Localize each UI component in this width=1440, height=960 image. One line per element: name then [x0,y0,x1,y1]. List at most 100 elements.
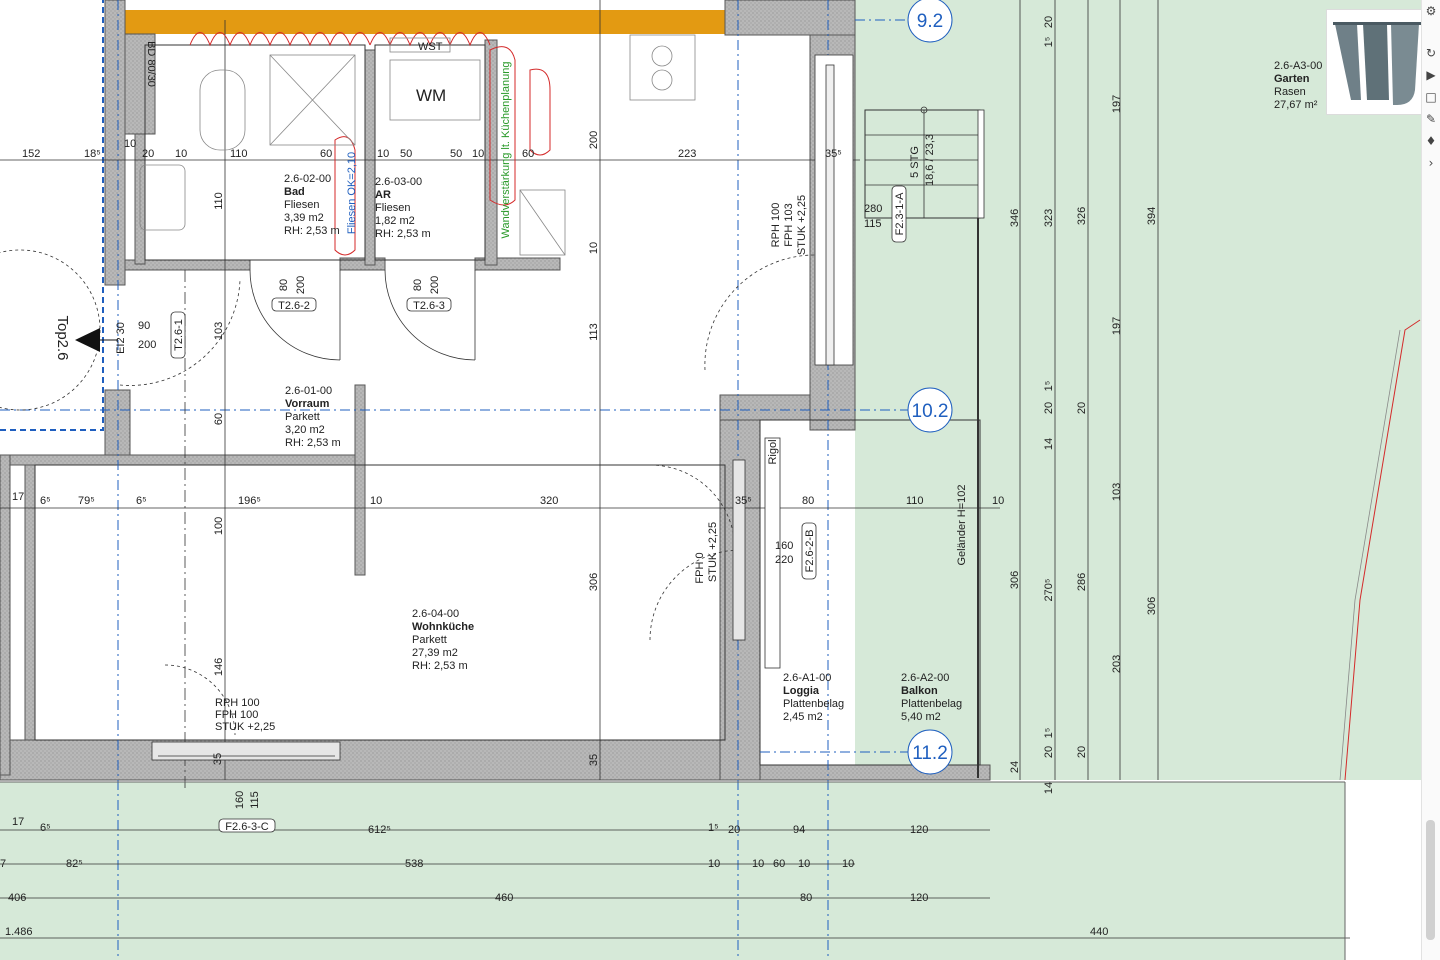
svg-text:115: 115 [864,218,882,230]
svg-text:60: 60 [213,413,225,425]
room-wohnkueche[interactable]: 2.6-04-00 Wohnküche Parkett 27,39 m2 RH:… [412,608,474,672]
svg-text:RH: 2,53 m: RH: 2,53 m [375,228,431,240]
dims-vertical-1: 200 10 113 306 [588,131,600,591]
svg-text:394: 394 [1146,207,1158,225]
svg-text:197: 197 [1111,317,1123,335]
svg-text:20: 20 [1043,746,1055,758]
room-loggia[interactable]: 2.6-A1-00 Loggia Plattenbelag 2,45 m2 [783,672,844,723]
svg-text:110: 110 [906,495,924,507]
svg-text:6⁵: 6⁵ [40,495,51,507]
svg-text:Vorraum: Vorraum [285,398,330,410]
svg-text:1.486: 1.486 [5,926,33,938]
svg-text:10: 10 [752,858,764,870]
svg-text:1⁵: 1⁵ [708,822,719,834]
stair-ratio-label: 18,6 / 23,3 [924,134,936,186]
apartment-entrance[interactable]: Top2.6 [54,315,118,361]
svg-text:FPH 100: FPH 100 [215,709,258,721]
scrollbar[interactable] [1426,820,1435,940]
svg-text:20: 20 [1076,402,1088,414]
svg-text:6⁵: 6⁵ [136,495,147,507]
svg-text:2.6-A3-00: 2.6-A3-00 [1274,60,1322,72]
svg-text:2.6-02-00: 2.6-02-00 [284,173,331,185]
svg-text:115: 115 [249,791,261,809]
svg-text:Parkett: Parkett [412,634,447,646]
svg-text:80: 80 [800,892,812,904]
svg-text:306: 306 [588,573,600,591]
svg-text:T2.6-3: T2.6-3 [413,300,445,312]
svg-text:100: 100 [213,517,225,535]
svg-text:196⁵: 196⁵ [238,495,261,507]
svg-text:286: 286 [1076,573,1088,591]
svg-text:90: 90 [138,320,150,332]
svg-text:20: 20 [142,148,154,160]
svg-text:F2.3-1-A: F2.3-1-A [894,192,906,235]
svg-text:35: 35 [588,754,600,766]
svg-text:80: 80 [802,495,814,507]
bookmark-icon[interactable]: ▶ [1422,64,1440,86]
svg-text:220: 220 [775,554,793,566]
svg-text:306: 306 [1009,571,1021,589]
logo-icon [1326,9,1426,115]
svg-text:10: 10 [370,495,382,507]
svg-text:7: 7 [0,858,6,870]
book-icon[interactable]: □ [1422,86,1440,108]
floor-drain-label: BD 80/30 [145,41,157,87]
svg-text:200: 200 [588,131,600,149]
svg-text:306: 306 [1146,597,1158,615]
svg-text:200: 200 [295,276,307,294]
svg-text:STUK +2,25: STUK +2,25 [796,195,808,255]
svg-text:10: 10 [842,858,854,870]
svg-text:200: 200 [138,339,156,351]
pen-icon[interactable]: ♦ [1422,130,1440,152]
svg-text:2.6-01-00: 2.6-01-00 [285,385,332,397]
svg-text:18⁵: 18⁵ [84,148,101,160]
svg-text:10: 10 [175,148,187,160]
window-note-3: FPH 0 STUK +2,25 [694,522,719,584]
svg-text:2.6-03-00: 2.6-03-00 [375,176,422,188]
svg-text:110: 110 [230,148,248,160]
svg-text:Garten: Garten [1274,73,1310,85]
tile-height-label: Fliesen OK=2,10 [346,152,358,234]
svg-text:RPH 100: RPH 100 [215,697,260,709]
svg-text:F2.6-3-C: F2.6-3-C [225,821,268,833]
svg-text:223: 223 [678,148,696,160]
axis-label-11-2: 11.2 [912,743,948,764]
svg-text:T2.6-2: T2.6-2 [278,300,310,312]
svg-text:2.6-A2-00: 2.6-A2-00 [901,672,949,684]
svg-text:203: 203 [1111,655,1123,673]
svg-text:152: 152 [22,148,40,160]
room-vorraum[interactable]: 2.6-01-00 Vorraum Parkett 3,20 m2 RH: 2,… [285,385,341,449]
room-bad[interactable]: 2.6-02-00 Bad Fliesen 3,39 m2 RH: 2,53 m [284,173,340,237]
svg-text:3,20 m2: 3,20 m2 [285,424,325,436]
svg-text:35: 35 [212,753,224,765]
reload-icon[interactable]: ↻ [1422,42,1440,64]
gear-icon[interactable]: ⚙ [1422,0,1440,22]
svg-text:27,39 m2: 27,39 m2 [412,647,458,659]
svg-text:1⁵: 1⁵ [1043,728,1055,739]
svg-text:1⁵: 1⁵ [1043,381,1055,392]
svg-text:35⁵: 35⁵ [825,148,842,160]
chevron-icon[interactable]: › [1422,152,1440,174]
svg-text:200: 200 [429,276,441,294]
svg-text:5,40 m2: 5,40 m2 [901,711,941,723]
window-tag-f2-3-1-a: F2.3-1-A [891,185,907,243]
svg-text:10: 10 [708,858,720,870]
svg-text:60: 60 [773,858,785,870]
edit-icon[interactable]: ✎ [1422,108,1440,130]
svg-text:113: 113 [588,323,600,341]
wst-label: WST [418,41,443,53]
svg-text:2.6-04-00: 2.6-04-00 [412,608,459,620]
svg-text:RH: 2,53 m: RH: 2,53 m [412,660,468,672]
svg-text:RPH 100: RPH 100 [770,203,782,248]
svg-text:160: 160 [234,791,246,809]
svg-text:RH: 2,53 m: RH: 2,53 m [285,437,341,449]
svg-text:110: 110 [213,192,225,210]
fixtures [139,34,696,256]
svg-text:60: 60 [320,148,332,160]
svg-text:20: 20 [1076,746,1088,758]
svg-text:Rasen: Rasen [1274,86,1306,98]
svg-text:Loggia: Loggia [783,685,820,697]
fire-door-label: EI2 30 [115,322,127,354]
right-toolbar: ⚙ ↻ ▶ □ ✎ ♦ › [1421,0,1440,960]
room-ar[interactable]: 2.6-03-00 AR Fliesen 1,82 m2 RH: 2,53 m [375,176,431,240]
